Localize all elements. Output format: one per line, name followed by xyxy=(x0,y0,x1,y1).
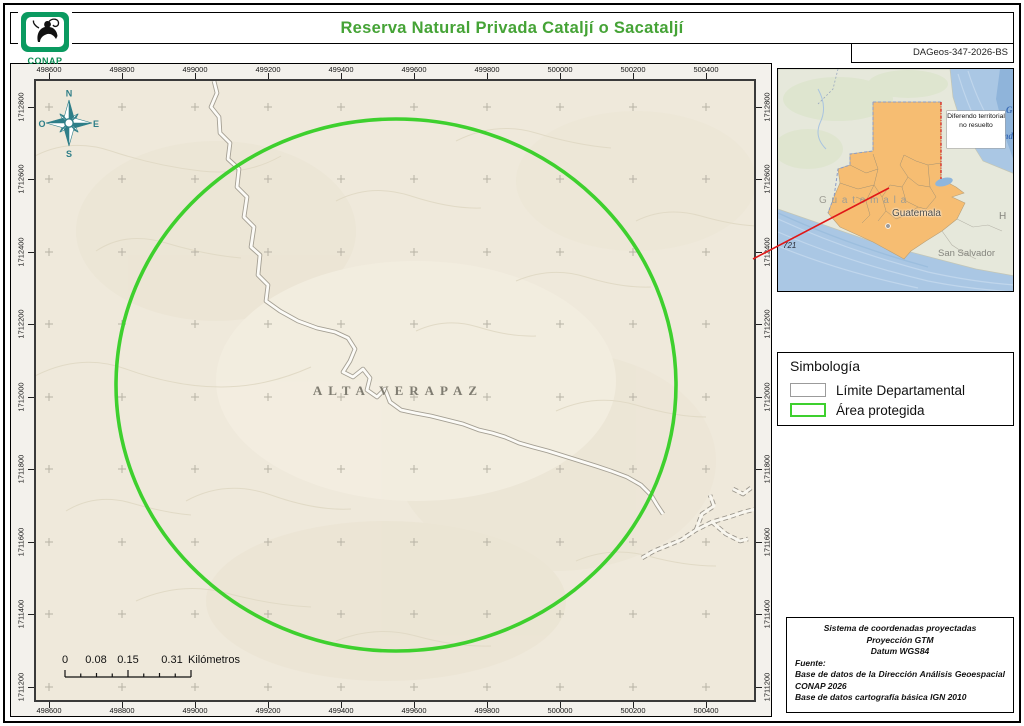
page-title: Reserva Natural Privada Cataljí o Sacata… xyxy=(340,19,684,37)
datum-line: Datum WGS84 xyxy=(870,646,930,656)
conap-logo-text: CONAP xyxy=(27,56,63,66)
axis-tick-mark xyxy=(341,702,342,708)
legend-item-label: Límite Departamental xyxy=(836,382,966,398)
inset-city-label: San Salvador xyxy=(938,248,996,259)
source-line-1: Base de datos de la Dirección Análisis G… xyxy=(795,669,1005,691)
source-line-2: Base de datos cartografía básica IGN 201… xyxy=(795,692,967,702)
axis-tick-label: 1712600 xyxy=(16,164,26,194)
legend-item-label: Área protegida xyxy=(836,402,925,418)
axis-tick-label: 1712800 xyxy=(16,92,26,122)
axis-tick-label: 1711400 xyxy=(16,599,26,629)
compass-rose: N S E O xyxy=(38,89,99,159)
axis-tick-label: 1712600 xyxy=(762,164,772,194)
departmental-boundary-swatch xyxy=(790,383,826,397)
axis-tick-label: 1712000 xyxy=(16,382,26,412)
capital-city-dot xyxy=(885,223,891,229)
axis-tick-label: 1711600 xyxy=(762,527,772,557)
scale-ruler xyxy=(64,670,192,678)
axis-tick-mark xyxy=(49,702,50,708)
inset-country-label: G u a t e m a l a xyxy=(819,195,908,206)
axis-tick-mark xyxy=(414,702,415,708)
title-bar: Reserva Natural Privada Cataljí o Sacata… xyxy=(10,12,1014,44)
axis-tick-label: 1712200 xyxy=(16,309,26,339)
axis-tick-label: 1711800 xyxy=(762,454,772,484)
compass-east-label: E xyxy=(93,119,99,129)
document-code: DAGeos-347-2026-BS xyxy=(851,44,1014,63)
map-frame: 498600 498600 498800 498800 499000 499000 4992… xyxy=(10,63,772,717)
axis-tick-mark xyxy=(756,252,762,253)
axis-tick-label: 1711200 xyxy=(16,672,26,702)
compass-west-label: O xyxy=(38,119,45,129)
axis-tick-mark xyxy=(756,542,762,543)
axis-tick-mark xyxy=(756,397,762,398)
conap-logo-icon xyxy=(21,12,69,52)
axis-tick-mark xyxy=(756,469,762,470)
axis-tick-mark xyxy=(122,702,123,708)
axis-tick-mark xyxy=(633,702,634,708)
inset-sea-fragment-2: Gu xyxy=(1006,105,1013,115)
axis-tick-mark xyxy=(756,324,762,325)
scale-bar: 0 0.08 0.15 0.31 Kilómetros xyxy=(50,649,280,691)
protected-area-swatch xyxy=(790,403,826,417)
conap-logo: CONAP xyxy=(18,12,72,66)
axis-tick-label: 1711200 xyxy=(762,672,772,702)
axis-tick-mark xyxy=(756,687,762,688)
axis-tick-label: 1712400 xyxy=(762,237,772,267)
compass-north-label: N xyxy=(66,89,73,99)
inset-locator-map: G u a t e m a l a Guatemala San Salvador… xyxy=(777,68,1014,292)
inset-capital-label: Guatemala xyxy=(892,208,941,219)
axis-tick-label: 1711400 xyxy=(762,599,772,629)
axis-tick-label: 1712200 xyxy=(762,309,772,339)
department-label: ALTA VERAPAZ xyxy=(312,383,484,398)
axis-tick-mark xyxy=(487,702,488,708)
source-heading: Fuente: xyxy=(795,657,826,668)
territorial-dispute-note: Diferendo territorial no resuelto xyxy=(947,111,1005,148)
legend-item-departmental: Límite Departamental xyxy=(790,380,1013,400)
axis-tick-label: 1712000 xyxy=(762,382,772,412)
axis-tick-label: 1712400 xyxy=(16,237,26,267)
axis-tick-mark xyxy=(756,614,762,615)
axis-tick-label: 1711600 xyxy=(16,527,26,557)
axis-tick-label: 1711800 xyxy=(16,454,26,484)
axis-tick-mark xyxy=(560,702,561,708)
compass-south-label: S xyxy=(66,149,72,159)
inset-honduras-fragment: H o xyxy=(999,211,1013,222)
legend: Simbología Límite Departamental Área pro… xyxy=(777,352,1014,426)
legend-item-protected: Área protegida xyxy=(790,400,1013,420)
legend-title: Simbología xyxy=(790,358,861,374)
axis-tick-mark xyxy=(756,179,762,180)
axis-tick-label: 1712800 xyxy=(762,92,772,122)
coordinate-system-line: Sistema de coordenadas proyectadas xyxy=(823,623,977,633)
map-canvas: ALTA VERAPAZ N S E O 0 0.08 0.15 0.31 Ki… xyxy=(34,79,756,702)
axis-tick-mark xyxy=(268,702,269,708)
axis-tick-mark xyxy=(756,107,762,108)
axis-tick-mark xyxy=(706,702,707,708)
inset-road-fragment: 721 xyxy=(783,241,797,250)
credits-box: Sistema de coordenadas proyectadas Proye… xyxy=(786,617,1014,713)
projection-line: Proyección GTM xyxy=(866,634,934,645)
axis-tick-mark xyxy=(195,702,196,708)
